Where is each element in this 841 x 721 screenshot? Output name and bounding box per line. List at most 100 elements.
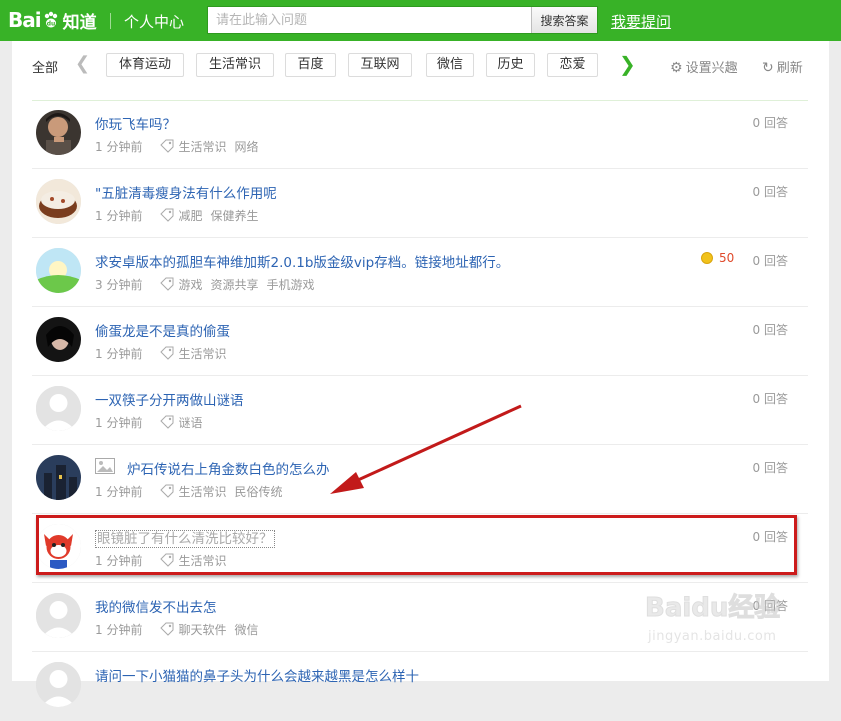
question-title[interactable]: 请问一下小猫猫的鼻子头为什么会越来越黑是怎么样十 (95, 665, 419, 685)
header-divider (110, 13, 111, 29)
question-tag[interactable]: 保健养生 (210, 209, 258, 223)
image-icon (95, 458, 115, 474)
question-tag[interactable]: 手机游戏 (266, 278, 314, 292)
tag-icon (160, 139, 174, 153)
question-row[interactable]: 你玩飞车吗？ 1 分钟前 生活常识 网络 0 回答 (32, 100, 808, 169)
question-title[interactable]: 求安卓版本的孤胆车神维加斯2.0.1b版金级vip存档。链接地址都行。 (95, 251, 509, 271)
question-time: 1 分钟前 (95, 209, 143, 223)
question-title[interactable]: "五脏清毒瘦身法有什么作用呢 (95, 182, 277, 202)
search-button[interactable]: 搜索答案 (531, 7, 597, 33)
gear-icon: ⚙ (670, 60, 683, 76)
question-row[interactable]: 一双筷子分开两做山谜语 1 分钟前 谜语 0 回答 (32, 376, 808, 445)
question-tag[interactable]: 游戏 (178, 278, 202, 292)
question-meta: 1 分钟前 聊天软件 微信 (95, 621, 266, 638)
question-tag[interactable]: 资源共享 (210, 278, 258, 292)
refresh-label: 刷新 (776, 61, 803, 76)
tag-icon (160, 277, 174, 291)
question-tag[interactable]: 微信 (234, 623, 258, 637)
question-title[interactable]: 我的微信发不出去怎 (95, 596, 217, 616)
question-tag[interactable]: 谜语 (178, 416, 202, 430)
tag-item[interactable]: 历史 (486, 53, 535, 77)
question-time: 1 分钟前 (95, 140, 143, 154)
question-tag[interactable]: 减肥 (178, 209, 202, 223)
avatar[interactable] (36, 248, 81, 293)
reward-badge: 50 (701, 251, 734, 265)
tag-icon (160, 208, 174, 222)
question-title[interactable]: 一双筷子分开两做山谜语 (95, 389, 244, 409)
reward-value: 50 (719, 251, 735, 265)
ask-question-link[interactable]: 我要提问 (611, 11, 671, 32)
tag-icon (160, 484, 174, 498)
question-row[interactable]: "五脏清毒瘦身法有什么作用呢 1 分钟前 减肥 保健养生 0 回答 (32, 169, 808, 238)
avatar[interactable] (36, 593, 81, 638)
tag-all[interactable]: 全部 (32, 57, 58, 76)
tag-item[interactable]: 互联网 (348, 53, 412, 77)
question-tag[interactable]: 生活常识 (178, 140, 226, 154)
logo-zhidao-text: 知道 (62, 12, 97, 33)
question-meta: 1 分钟前 减肥 保健养生 (95, 207, 266, 224)
answer-count: 0 回答 (752, 323, 788, 337)
search-input[interactable] (208, 7, 532, 33)
refresh-icon: ↻ (762, 60, 774, 76)
answer-count: 0 回答 (752, 185, 788, 199)
question-tag[interactable]: 生活常识 (178, 485, 226, 499)
tag-item[interactable]: 百度 (285, 53, 336, 77)
question-row[interactable]: 炉石传说右上角金数白色的怎么办 1 分钟前 生活常识 民俗传统 0 回答 (32, 445, 808, 514)
chevron-left-icon[interactable]: ❮ (75, 53, 90, 74)
question-tag[interactable]: 聊天软件 (178, 623, 226, 637)
logo-bai-text: Bai (8, 8, 42, 32)
question-meta: 1 分钟前 生活常识 民俗传统 (95, 483, 290, 500)
question-time: 1 分钟前 (95, 623, 143, 637)
chevron-right-icon[interactable]: ❯ (619, 52, 636, 76)
search-box: 搜索答案 (207, 6, 598, 34)
question-meta: 3 分钟前 游戏 资源共享 手机游戏 (95, 276, 323, 293)
tag-item[interactable]: 微信 (426, 53, 474, 77)
answer-count: 0 回答 (752, 116, 788, 130)
watermark-title: Baidu经验 (644, 593, 781, 624)
question-meta: 1 分钟前 生活常识 (95, 345, 234, 362)
tag-icon (160, 415, 174, 429)
tag-icon (160, 622, 174, 636)
avatar[interactable] (36, 317, 81, 362)
interest-tag-bar: 全部 ❮ 体育运动 生活常识 百度 互联网 微信 历史 恋爱 ❯ ⚙ 设置兴趣 ↻… (12, 41, 829, 91)
question-title[interactable]: 偷蛋龙是不是真的偷蛋 (95, 320, 230, 340)
avatar[interactable] (36, 662, 81, 707)
avatar[interactable] (36, 386, 81, 431)
paw-icon: du (42, 11, 60, 29)
avatar[interactable] (36, 179, 81, 224)
question-row[interactable]: 偷蛋龙是不是真的偷蛋 1 分钟前 生活常识 0 回答 (32, 307, 808, 376)
question-time: 3 分钟前 (95, 278, 143, 292)
baidu-jingyan-watermark: Baidu经验 jingyan.baidu.com (644, 587, 795, 657)
watermark-url: jingyan.baidu.com (648, 629, 777, 644)
question-title[interactable]: 炉石传说右上角金数白色的怎么办 (127, 458, 330, 478)
tag-item[interactable]: 恋爱 (547, 53, 598, 77)
refresh-button[interactable]: ↻ 刷新 (762, 57, 803, 76)
question-meta: 1 分钟前 谜语 (95, 414, 210, 431)
answer-count: 0 回答 (752, 461, 788, 475)
settings-label: 设置兴趣 (685, 61, 738, 76)
answer-count: 0 回答 (752, 392, 788, 406)
question-title[interactable]: 你玩飞车吗？ (95, 113, 176, 133)
question-row[interactable]: 求安卓版本的孤胆车神维加斯2.0.1b版金级vip存档。链接地址都行。 3 分钟前… (32, 238, 808, 307)
question-tag[interactable]: 网络 (234, 140, 258, 154)
question-time: 1 分钟前 (95, 485, 143, 499)
answer-count: 0 回答 (752, 254, 788, 268)
coin-icon (701, 252, 713, 264)
highlight-box (36, 515, 797, 575)
settings-interest-button[interactable]: ⚙ 设置兴趣 (670, 57, 738, 76)
question-tag[interactable]: 民俗传统 (234, 485, 282, 499)
top-navbar: Bai du 知道 个人中心 搜索答案 我要提问 (0, 0, 841, 41)
question-tag[interactable]: 生活常识 (178, 347, 226, 361)
tag-icon (160, 346, 174, 360)
baidu-zhidao-logo[interactable]: Bai du 知道 (8, 7, 97, 33)
user-center-link[interactable]: 个人中心 (124, 11, 184, 32)
avatar[interactable] (36, 455, 81, 500)
tag-item[interactable]: 体育运动 (106, 53, 184, 77)
avatar[interactable] (36, 110, 81, 155)
question-time: 1 分钟前 (95, 416, 143, 430)
tag-item[interactable]: 生活常识 (196, 53, 274, 77)
question-time: 1 分钟前 (95, 347, 143, 361)
question-meta: 1 分钟前 生活常识 网络 (95, 138, 266, 155)
svg-text:du: du (46, 21, 55, 28)
question-row[interactable]: 请问一下小猫猫的鼻子头为什么会越来越黑是怎么样十 (32, 652, 808, 721)
